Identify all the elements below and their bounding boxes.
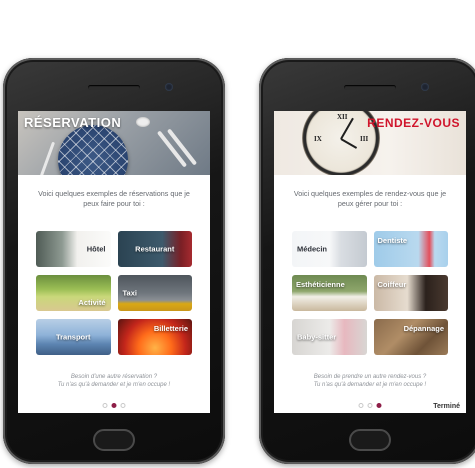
tile-label: Activité xyxy=(78,298,106,307)
plate-image xyxy=(58,125,128,175)
clock-numeral: IX xyxy=(314,135,322,143)
footer-line: Tu n'as qu'à demander et je m'en occupe … xyxy=(313,382,427,388)
page-dot[interactable] xyxy=(358,403,364,408)
tile-activite[interactable]: Activité xyxy=(36,275,111,311)
front-camera xyxy=(165,83,173,91)
speaker-grille xyxy=(344,85,396,90)
banner-reservation: RÉSERVATION xyxy=(18,111,210,175)
page-dot[interactable] xyxy=(120,403,126,408)
tile-coiffeur[interactable]: Coiffeur xyxy=(373,275,448,311)
glass-image xyxy=(136,117,150,127)
clock-numeral: XII xyxy=(337,113,348,121)
footer-line: Tu n'as qu'à demander et je m'en occupe … xyxy=(57,382,171,388)
tile-medecin[interactable]: Médecin xyxy=(292,231,367,267)
category-grid: Médecin Dentiste Esthéticienne Coiffeur … xyxy=(292,231,448,355)
home-button[interactable] xyxy=(349,429,391,451)
screen-rendez-vous: XII III IX RENDEZ-VOUS Voici quelques ex… xyxy=(274,111,466,413)
page-dot-active[interactable] xyxy=(111,403,117,408)
page-dot-active[interactable] xyxy=(376,403,382,408)
tile-label: Billetterie xyxy=(153,324,188,333)
intro-text: Voici quelques exemples de rendez-vous q… xyxy=(293,189,447,208)
page-indicator xyxy=(102,403,126,408)
phone-rendez-vous: XII III IX RENDEZ-VOUS Voici quelques ex… xyxy=(259,58,475,464)
screen-reservation: RÉSERVATION Voici quelques exemples de r… xyxy=(18,111,210,413)
tile-label: Taxi xyxy=(122,288,137,298)
tile-label: Coiffeur xyxy=(377,280,407,289)
footer-line: Besoin d'une autre réservation ? xyxy=(70,374,158,380)
footer-note: Besoin de prendre un autre rendez-vous ?… xyxy=(284,373,456,389)
tile-dentiste[interactable]: Dentiste xyxy=(373,231,448,267)
spoon-image xyxy=(39,141,56,175)
front-camera xyxy=(421,83,429,91)
tile-label: Médecin xyxy=(297,244,328,254)
done-button[interactable]: Terminé xyxy=(433,403,460,410)
tile-estheticienne[interactable]: Esthéticienne xyxy=(292,275,367,311)
page-dot[interactable] xyxy=(367,403,373,408)
tile-restaurant[interactable]: Restaurant xyxy=(117,231,192,267)
speaker-grille xyxy=(88,85,140,90)
tile-depannage[interactable]: Dépannage xyxy=(373,319,448,355)
tile-label: Dentiste xyxy=(377,236,408,245)
tile-transport[interactable]: Transport xyxy=(36,319,111,355)
clock-hand xyxy=(340,138,358,149)
clock-numeral: III xyxy=(360,135,369,143)
tile-label: Transport xyxy=(55,332,91,342)
tile-label: Baby-sitter xyxy=(297,332,337,342)
page-indicator xyxy=(358,403,382,408)
tile-hotel[interactable]: Hôtel xyxy=(36,231,111,267)
banner-title: RENDEZ-VOUS xyxy=(367,116,460,130)
banner-title: RÉSERVATION xyxy=(24,115,122,130)
tile-billetterie[interactable]: Billetterie xyxy=(117,319,192,355)
tile-label: Esthéticienne xyxy=(296,280,345,289)
tile-label: Dépannage xyxy=(403,324,444,333)
banner-rendez-vous: XII III IX RENDEZ-VOUS xyxy=(274,111,466,175)
footer-note: Besoin d'une autre réservation ? Tu n'as… xyxy=(28,373,200,389)
category-grid: Hôtel Restaurant Activité Taxi Transport… xyxy=(36,231,192,355)
tile-label: Restaurant xyxy=(135,244,175,254)
page-dot[interactable] xyxy=(102,403,108,408)
tile-baby-sitter[interactable]: Baby-sitter xyxy=(292,319,367,355)
home-button[interactable] xyxy=(93,429,135,451)
phone-reservation: RÉSERVATION Voici quelques exemples de r… xyxy=(3,58,225,464)
intro-text: Voici quelques exemples de réservations … xyxy=(38,189,190,208)
tile-taxi[interactable]: Taxi xyxy=(117,275,192,311)
tile-label: Hôtel xyxy=(86,244,106,254)
footer-line: Besoin de prendre un autre rendez-vous ? xyxy=(313,374,427,380)
